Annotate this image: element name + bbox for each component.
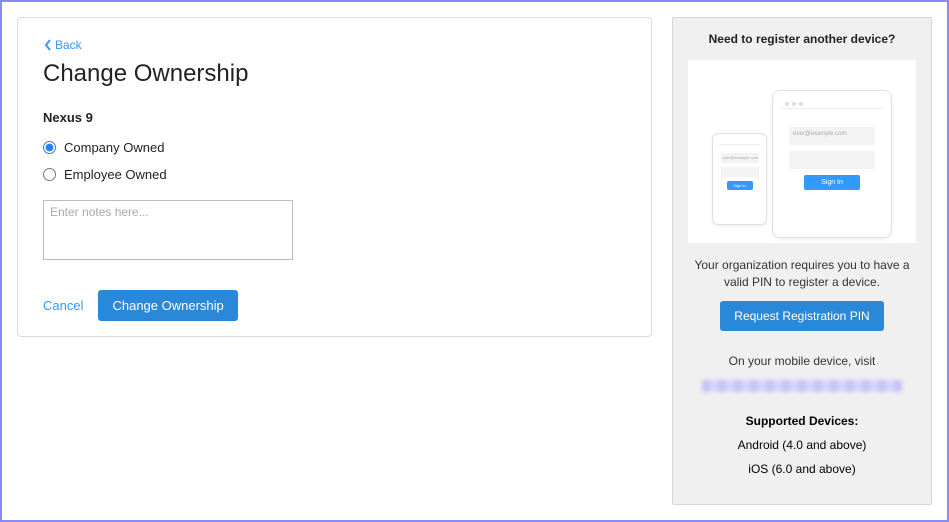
radio-company-label: Company Owned [64,140,164,155]
register-illustration: user@example.com Sign In user@example.co… [688,60,916,243]
chevron-left-icon [43,39,53,51]
actions: Cancel Change Ownership [43,290,626,321]
tablet-username-hint: user@example.com [789,127,875,145]
phone-graphic: user@example.com Sign In [712,133,767,225]
redacted-url [702,380,902,393]
device-name: Nexus 9 [43,110,626,125]
radio-company[interactable]: Company Owned [43,140,626,155]
phone-username-hint: user@example.com [721,153,759,163]
phone-signin: Sign In [727,181,753,190]
supported-title: Supported Devices: [746,414,859,428]
visit-text: On your mobile device, visit [729,353,876,370]
back-label: Back [55,38,82,52]
cancel-button[interactable]: Cancel [43,298,83,313]
main-panel: Back Change Ownership Nexus 9 Company Ow… [17,17,652,337]
supported-ios: iOS (6.0 and above) [748,462,855,476]
radio-employee-label: Employee Owned [64,167,167,182]
side-panel: Need to register another device? user@ex… [672,17,932,505]
back-link[interactable]: Back [43,38,82,52]
tablet-signin: Sign In [804,175,860,190]
side-title: Need to register another device? [709,32,896,46]
radio-employee[interactable]: Employee Owned [43,167,626,182]
radio-company-input[interactable] [43,141,56,154]
supported-android: Android (4.0 and above) [738,438,867,452]
tablet-graphic: user@example.com Sign In [772,90,892,238]
page-title: Change Ownership [43,60,626,88]
pin-text: Your organization requires you to have a… [685,257,919,291]
radio-employee-input[interactable] [43,168,56,181]
request-pin-button[interactable]: Request Registration PIN [720,301,883,331]
change-ownership-button[interactable]: Change Ownership [98,290,237,321]
notes-input[interactable] [43,200,293,260]
